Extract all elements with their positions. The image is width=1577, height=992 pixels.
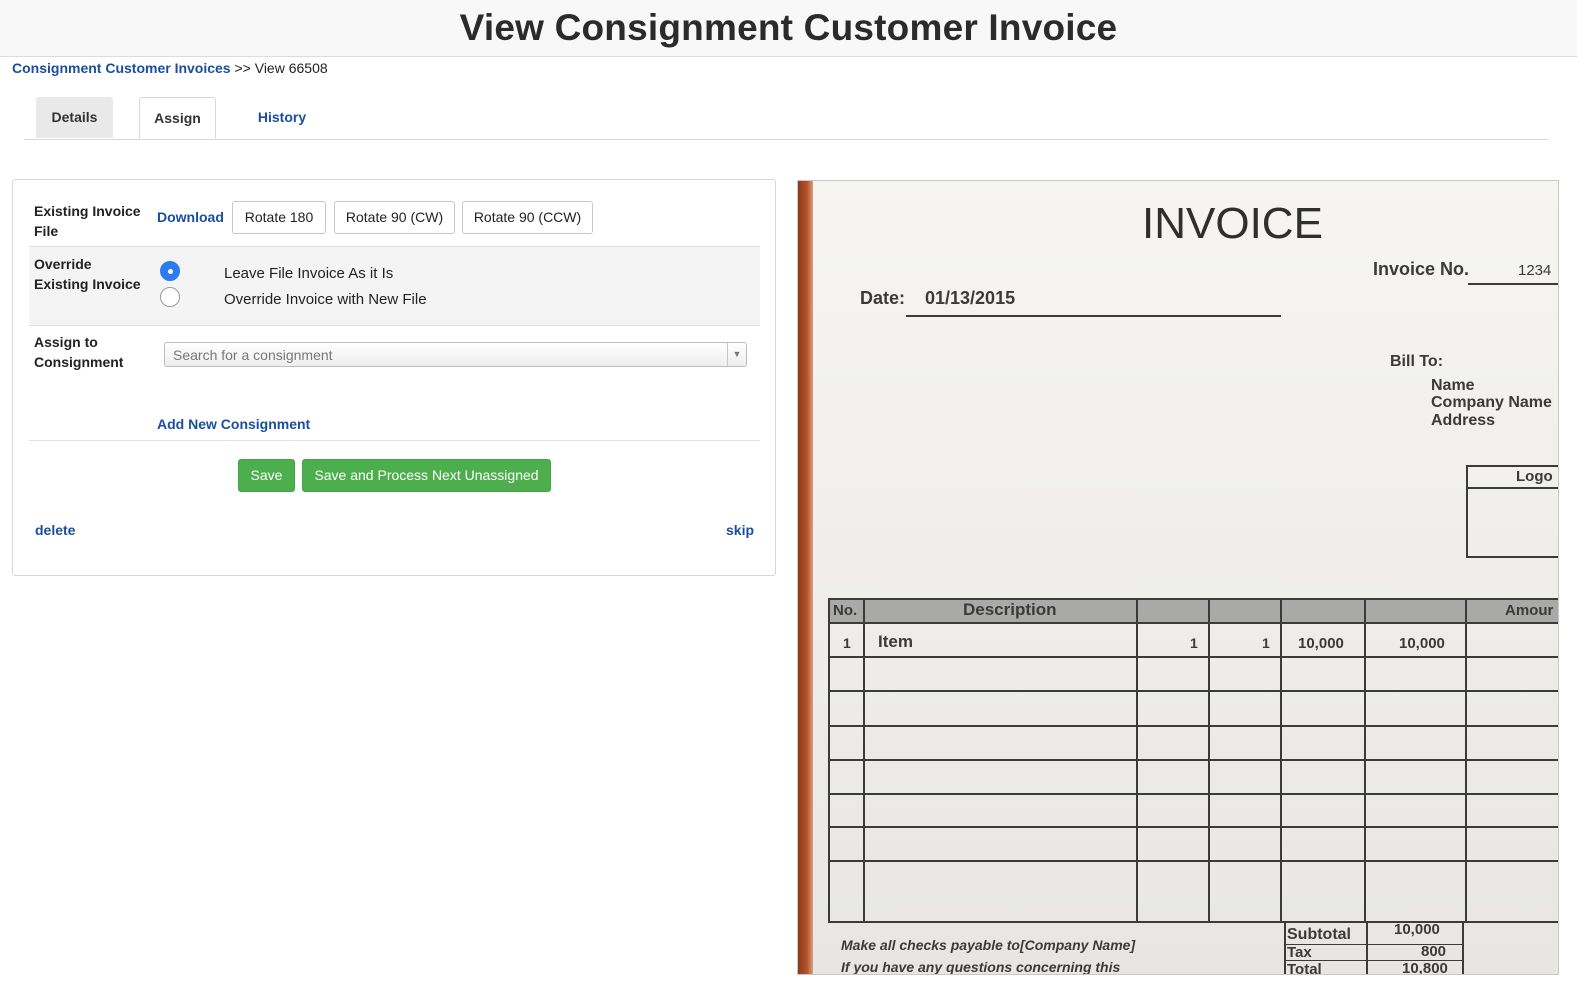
consignment-search-placeholder: Search for a consignment — [173, 347, 333, 363]
breadcrumb: Consignment Customer Invoices >> View 66… — [12, 60, 328, 76]
bill-name: Name — [1431, 377, 1475, 394]
override-label-line1: Override — [34, 256, 92, 272]
bill-company: Company Name — [1431, 394, 1552, 411]
totals-line — [1366, 922, 1368, 974]
radio-leave-file-label[interactable]: Leave File Invoice As it Is — [224, 265, 393, 282]
table-line — [828, 860, 1558, 862]
col-amount: Amour — [1505, 602, 1554, 619]
tab-history[interactable]: History — [242, 97, 322, 138]
logo-box: Logo — [1466, 465, 1558, 558]
page-title: View Consignment Customer Invoice — [459, 7, 1118, 48]
bill-to-label: Bill To: — [1390, 353, 1444, 370]
invoice-heading: INVOICE — [1142, 199, 1323, 248]
tab-details[interactable]: Details — [36, 97, 113, 138]
existing-file-label: Existing Invoice File — [34, 201, 141, 241]
rotate-90-ccw-button[interactable]: Rotate 90 (CCW) — [462, 201, 593, 234]
breadcrumb-separator: >> — [230, 60, 255, 76]
existing-file-label-line2: File — [34, 223, 59, 239]
total-value: 10,800 — [1402, 960, 1448, 975]
bill-address: Address — [1431, 412, 1496, 429]
delete-link[interactable]: delete — [35, 522, 75, 538]
row1-qty1: 1 — [1190, 635, 1198, 651]
subtotal-value: 10,000 — [1394, 921, 1440, 938]
save-and-next-button[interactable]: Save and Process Next Unassigned — [302, 459, 551, 492]
assign-label: Assign to Consignment — [34, 332, 123, 372]
invoice-table: No. Description Amour 1 Item 1 1 10,000 … — [828, 598, 1558, 923]
add-new-consignment-link[interactable]: Add New Consignment — [157, 416, 310, 432]
date-line — [906, 315, 1281, 317]
invoice-no-line — [1468, 283, 1558, 285]
radio-override-file[interactable] — [160, 287, 180, 307]
divider — [29, 440, 760, 441]
table-line — [828, 656, 1558, 658]
assign-label-line2: Consignment — [34, 354, 124, 370]
date-value: 01/13/2015 — [925, 288, 1016, 308]
wood-edge — [798, 181, 813, 974]
tax-label: Tax — [1287, 944, 1312, 961]
row1-price: 10,000 — [1298, 635, 1344, 652]
col-no: No. — [833, 602, 858, 619]
row1-total: 10,000 — [1399, 635, 1445, 652]
radio-override-file-label[interactable]: Override Invoice with New File — [224, 291, 427, 308]
row1-item: Item — [878, 632, 913, 651]
subtotal-label: Subtotal — [1287, 926, 1351, 943]
row1-no: 1 — [843, 635, 851, 651]
existing-file-label-line1: Existing Invoice — [34, 203, 141, 219]
chevron-down-icon[interactable]: ▼ — [727, 343, 746, 366]
table-line — [828, 793, 1558, 795]
skip-link[interactable]: skip — [726, 522, 754, 538]
totals-line — [1284, 922, 1286, 974]
assign-label-line1: Assign to — [34, 334, 98, 350]
total-label: Total — [1287, 961, 1322, 975]
breadcrumb-current: View 66508 — [254, 60, 328, 76]
totals-line — [1462, 922, 1464, 974]
save-button[interactable]: Save — [238, 459, 295, 492]
radio-leave-file[interactable] — [160, 261, 180, 281]
tab-assign[interactable]: Assign — [139, 97, 216, 139]
rotate-180-button[interactable]: Rotate 180 — [232, 201, 326, 234]
override-label-line2: Existing Invoice — [34, 276, 141, 292]
table-line — [828, 725, 1558, 727]
assign-panel: Existing Invoice File Download Rotate 18… — [12, 179, 776, 576]
divider — [29, 325, 760, 326]
invoice-no-label: Invoice No. — [1373, 259, 1470, 279]
breadcrumb-link[interactable]: Consignment Customer Invoices — [12, 60, 231, 76]
totals-box: Subtotal 10,000 Tax 800 Total 10,800 — [1284, 921, 1464, 975]
table-line — [828, 759, 1558, 761]
questions-note: If you have any questions concerning thi… — [841, 959, 1121, 975]
invoice-image-preview: INVOICE Invoice No. 1234 Date: 01/13/201… — [797, 180, 1559, 975]
tax-value: 800 — [1421, 943, 1447, 960]
override-label: Override Existing Invoice — [34, 254, 141, 294]
invoice-no-value: 1234 — [1518, 262, 1552, 279]
table-header — [828, 598, 1558, 624]
rotate-90-cw-button[interactable]: Rotate 90 (CW) — [334, 201, 455, 234]
table-line — [828, 690, 1558, 692]
col-description: Description — [963, 600, 1057, 619]
date-label: Date: — [860, 288, 906, 308]
invoice-paper: INVOICE Invoice No. 1234 Date: 01/13/201… — [813, 181, 1558, 975]
consignment-search-select[interactable]: Search for a consignment ▼ — [164, 342, 747, 367]
row1-qty2: 1 — [1262, 635, 1270, 651]
logo-label: Logo — [1516, 468, 1553, 485]
table-line — [828, 826, 1558, 828]
checks-note: Make all checks payable to[Company Name] — [841, 937, 1136, 953]
page-header: View Consignment Customer Invoice — [0, 0, 1577, 57]
tab-bar: Details Assign History — [24, 97, 1548, 140]
download-link[interactable]: Download — [157, 209, 224, 225]
